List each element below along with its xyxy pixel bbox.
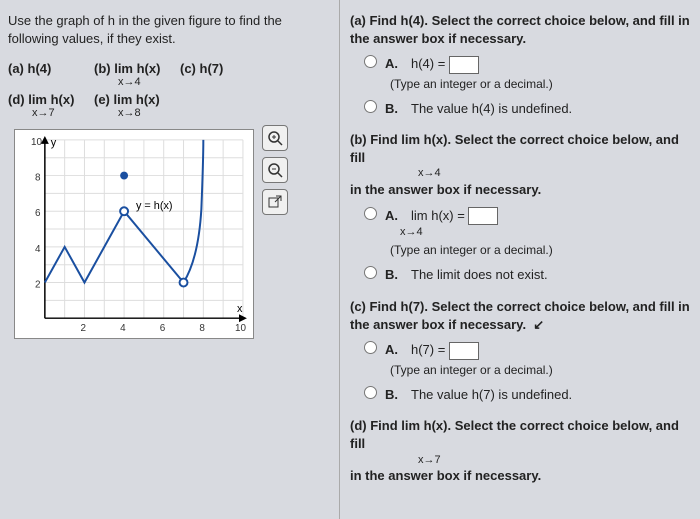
part-c: (c) h(7) <box>180 61 250 76</box>
curve-label: y = h(x) <box>136 200 173 212</box>
svg-text:6: 6 <box>160 323 166 334</box>
parts-row-2: (d) lim h(x) x→7 (e) lim h(x) x→8 <box>8 92 331 119</box>
graph-toolbar <box>262 125 288 215</box>
qb-radio-a[interactable] <box>364 207 377 220</box>
qc-prompt: (c) Find h(7). Select the correct choice… <box>350 298 690 333</box>
svg-text:2: 2 <box>81 323 87 334</box>
qc-radio-a[interactable] <box>364 341 377 354</box>
part-a: (a) h(4) <box>8 61 78 76</box>
x-axis-label: x <box>237 303 243 315</box>
zoom-in-icon[interactable] <box>262 125 288 151</box>
graph-svg: y x y = h(x) 10 8 6 4 2 2 4 6 8 10 <box>14 129 254 339</box>
svg-text:4: 4 <box>120 323 126 334</box>
parts-row-1: (a) h(4) (b) lim h(x) x→4 (c) h(7) <box>8 61 331 88</box>
qb-answer-input[interactable] <box>468 207 498 225</box>
part-e: (e) lim h(x) x→8 <box>94 92 164 119</box>
right-panel: (a) Find h(4). Select the correct choice… <box>340 0 700 519</box>
main-prompt: Use the graph of h in the given figure t… <box>8 12 331 47</box>
qb-radio-b[interactable] <box>364 266 377 279</box>
svg-text:4: 4 <box>35 244 41 255</box>
cursor-icon: ↙ <box>530 317 545 332</box>
question-b: (b) Find lim h(x). Select the correct ch… <box>350 131 690 284</box>
y-axis-label: y <box>51 137 57 149</box>
qc-radio-b[interactable] <box>364 386 377 399</box>
svg-text:6: 6 <box>35 208 41 219</box>
graph-container: y x y = h(x) 10 8 6 4 2 2 4 6 8 10 <box>14 129 331 342</box>
qb-prompt-l1: (b) Find lim h(x). Select the correct ch… <box>350 131 690 166</box>
question-c: (c) Find h(7). Select the correct choice… <box>350 298 690 403</box>
popout-icon[interactable] <box>262 189 288 215</box>
question-d: (d) Find lim h(x). Select the correct ch… <box>350 417 690 484</box>
qa-prompt: (a) Find h(4). Select the correct choice… <box>350 12 690 47</box>
qc-answer-input[interactable] <box>449 342 479 360</box>
svg-text:8: 8 <box>199 323 205 334</box>
svg-text:10: 10 <box>235 323 247 334</box>
qa-radio-b[interactable] <box>364 100 377 113</box>
svg-text:10: 10 <box>31 137 43 148</box>
svg-text:8: 8 <box>35 173 41 184</box>
zoom-out-icon[interactable] <box>262 157 288 183</box>
qa-radio-a[interactable] <box>364 55 377 68</box>
qa-answer-input[interactable] <box>449 56 479 74</box>
left-panel: Use the graph of h in the given figure t… <box>0 0 340 519</box>
svg-text:2: 2 <box>35 280 41 291</box>
question-a: (a) Find h(4). Select the correct choice… <box>350 12 690 117</box>
part-d: (d) lim h(x) x→7 <box>8 92 78 119</box>
qd-prompt-l1: (d) Find lim h(x). Select the correct ch… <box>350 417 690 452</box>
part-b: (b) lim h(x) x→4 <box>94 61 164 88</box>
